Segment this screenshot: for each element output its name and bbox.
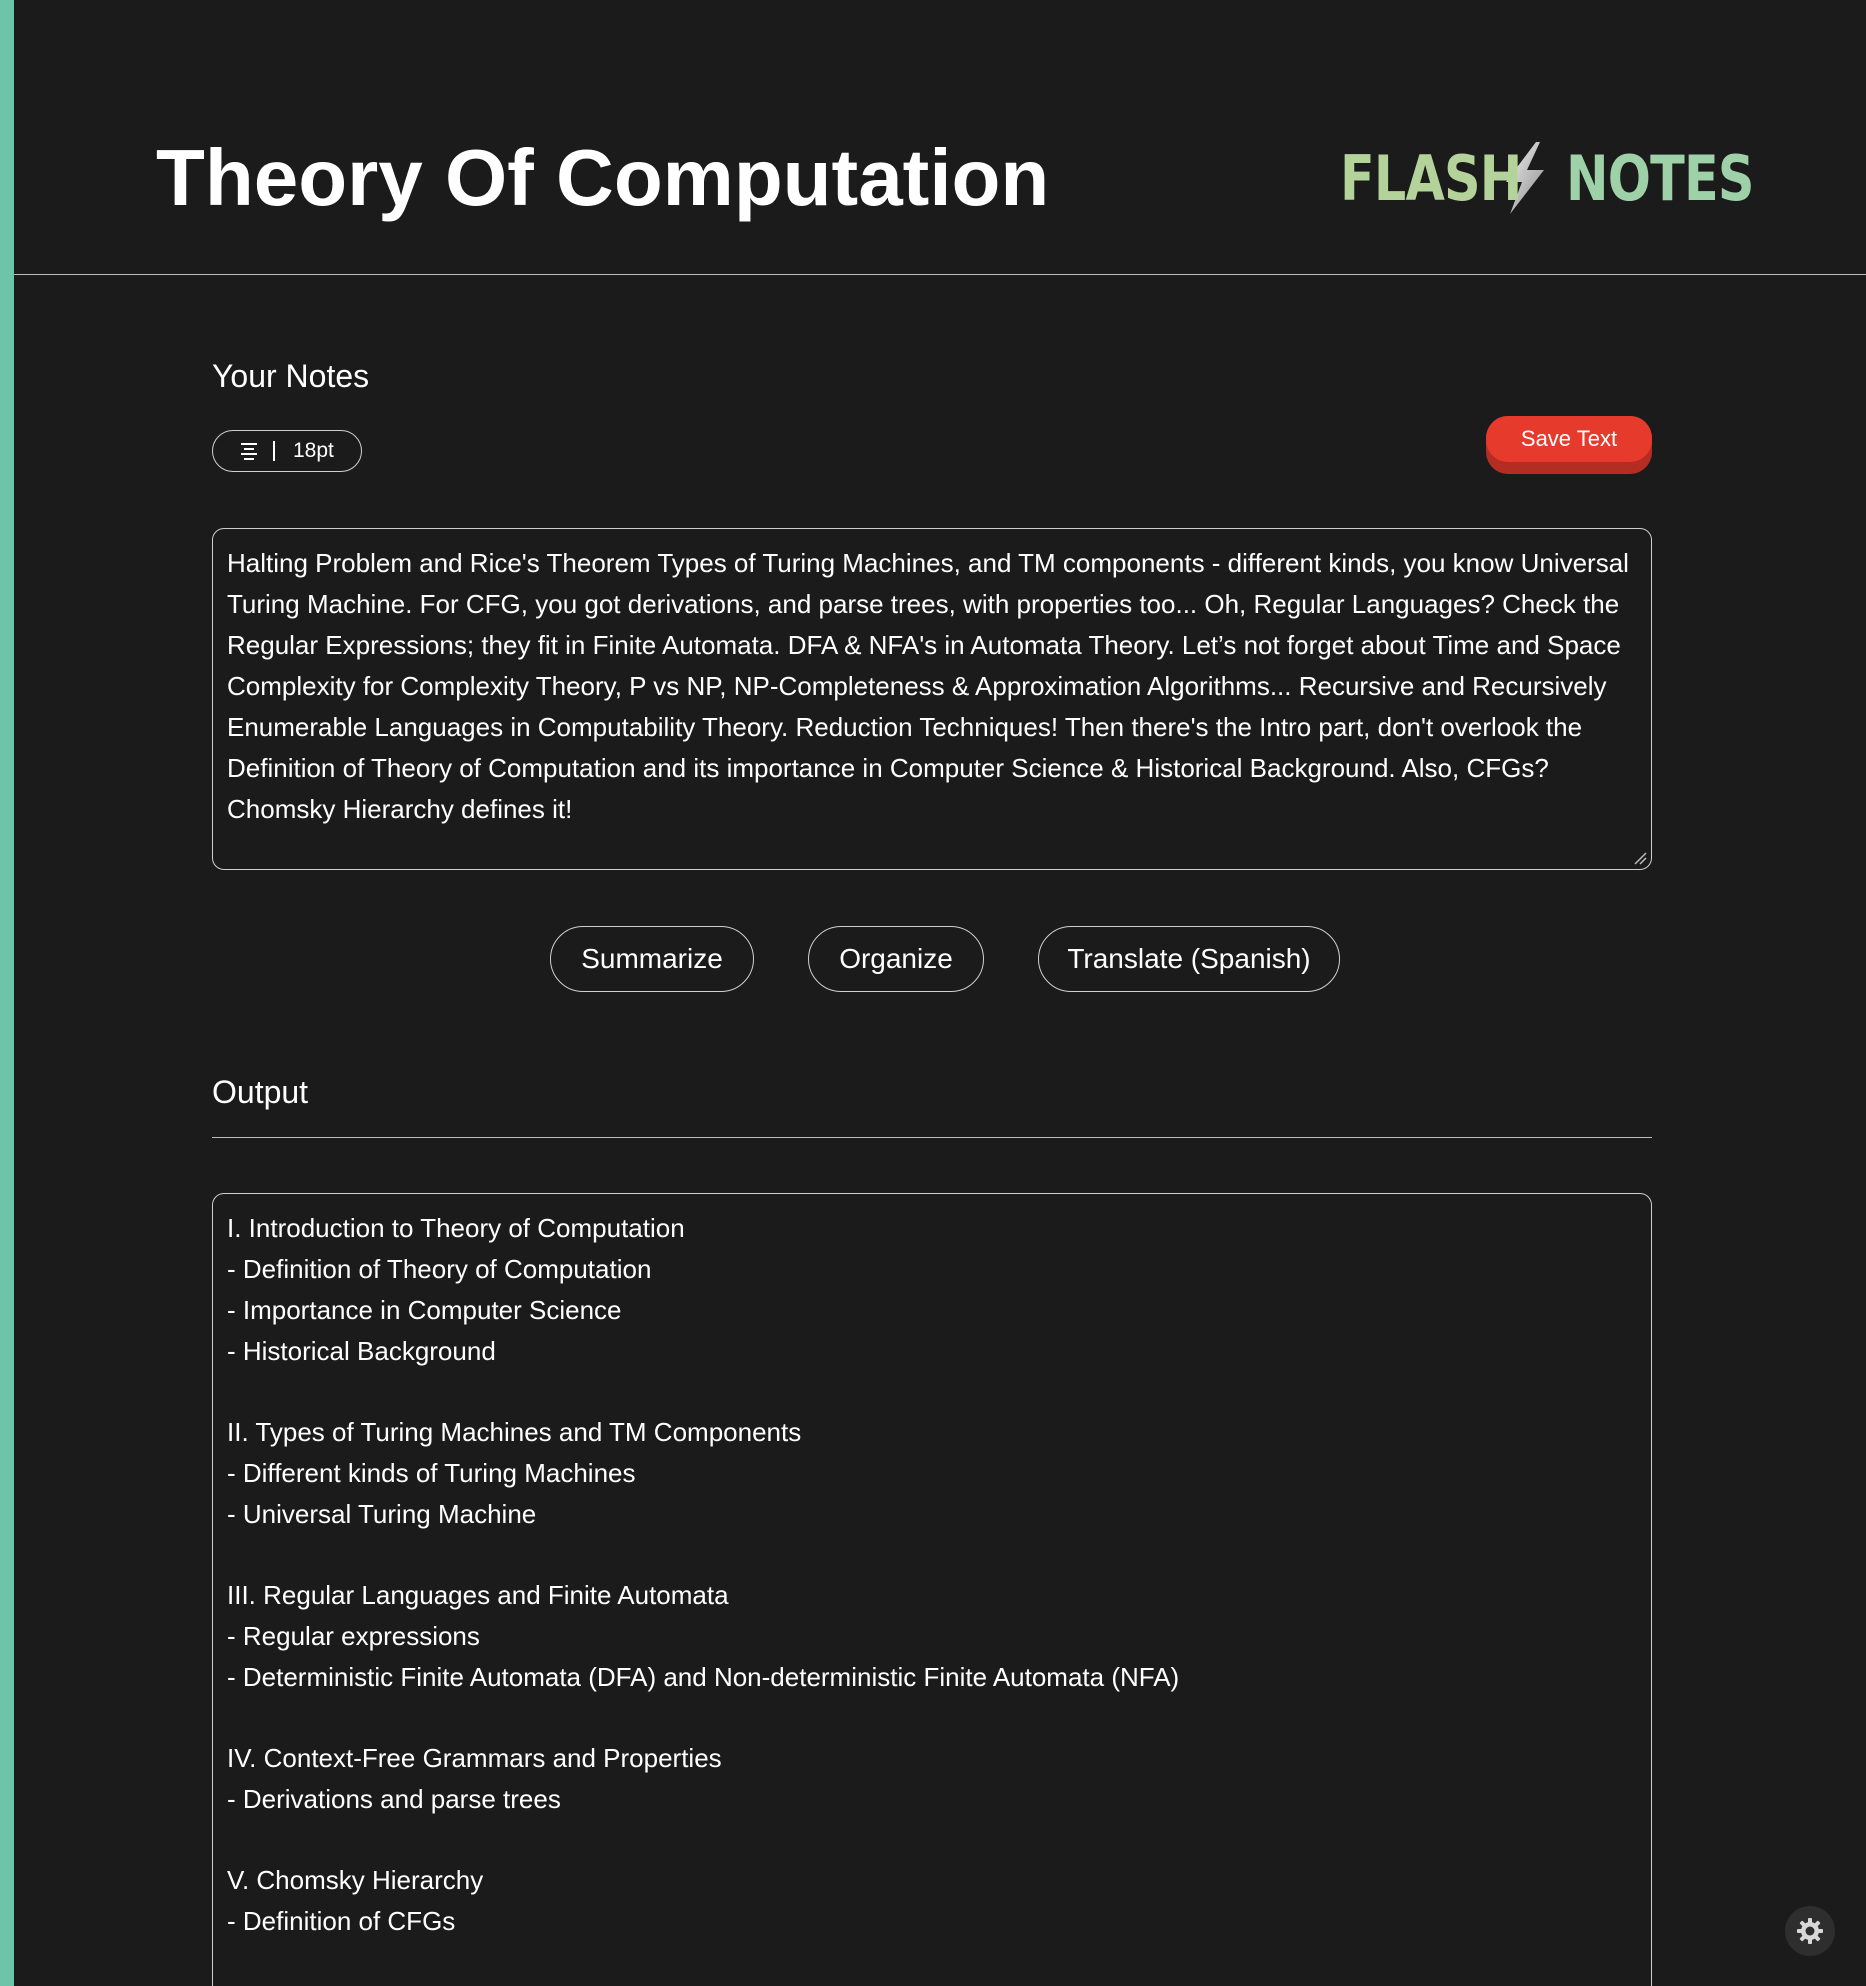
output-gap [227,1820,1637,1860]
settings-button[interactable] [1785,1906,1835,1956]
output-heading: Output [212,1074,309,1110]
output-section: II. Types of Turing Machines and TM Comp… [227,1412,1637,1535]
notes-textarea[interactable]: Halting Problem and Rice's Theorem Types… [212,528,1652,870]
logo-word-flash: FLASH [1340,141,1522,215]
summarize-button[interactable]: Summarize [550,926,754,992]
output-item: - Historical Background [227,1336,496,1366]
logo-word-notes: NOTES [1566,141,1755,215]
output-gap [227,1372,1637,1412]
output-item: - Regular expressions [227,1621,480,1651]
translate-spanish-button[interactable]: Translate (Spanish) [1038,926,1340,992]
header: Theory Of Computation FLASH NOTES [14,0,1866,275]
text-format-toolbar[interactable]: 18pt [212,430,362,472]
output-section-title: V. Chomsky Hierarchy [227,1865,484,1895]
output-section-title: III. Regular Languages and Finite Automa… [227,1580,729,1610]
toolbar-separator [273,441,275,461]
notes-text[interactable]: Halting Problem and Rice's Theorem Types… [227,548,1629,824]
organize-button[interactable]: Organize [808,926,984,992]
gear-icon[interactable] [1795,1916,1825,1946]
align-center-icon[interactable] [239,442,259,460]
output-section: V. Chomsky Hierarchy - Definition of CFG… [227,1860,1637,1942]
page-title: Theory Of Computation [156,133,1050,222]
output-divider [212,1137,1652,1138]
save-text-button-label[interactable]: Save Text [1486,416,1652,462]
output-item: - Universal Turing Machine [227,1499,537,1529]
accent-bar [0,0,14,1986]
output-gap [227,1698,1637,1738]
page: Theory Of Computation FLASH NOTES Your N… [0,0,1866,1986]
output-section: I. Introduction to Theory of Computation… [227,1208,1637,1372]
output-item: - Different kinds of Turing Machines [227,1458,636,1488]
output-item: - Derivations and parse trees [227,1784,561,1814]
output-item: - Importance in Computer Science [227,1295,622,1325]
output-section: III. Regular Languages and Finite Automa… [227,1575,1637,1698]
action-buttons: Summarize Organize Translate (Spanish) [0,926,1866,992]
output-item: - Deterministic Finite Automata (DFA) an… [227,1662,1180,1692]
output-section-title: I. Introduction to Theory of Computation [227,1213,685,1243]
output-gap [227,1535,1637,1575]
save-text-button[interactable]: Save Text [1486,416,1652,474]
notes-heading: Your Notes [212,358,370,394]
output-section-title: II. Types of Turing Machines and TM Comp… [227,1417,802,1447]
output-section: IV. Context-Free Grammars and Properties… [227,1738,1637,1820]
output-panel[interactable]: I. Introduction to Theory of Computation… [212,1193,1652,1986]
output-item: - Definition of CFGs [227,1906,456,1936]
resize-handle-icon[interactable] [1633,851,1647,865]
output-item: - Definition of Theory of Computation [227,1254,652,1284]
font-size-selector[interactable]: 18pt [293,439,334,463]
output-section-title: IV. Context-Free Grammars and Properties [227,1743,722,1773]
flash-notes-logo: FLASH NOTES [1340,138,1755,218]
